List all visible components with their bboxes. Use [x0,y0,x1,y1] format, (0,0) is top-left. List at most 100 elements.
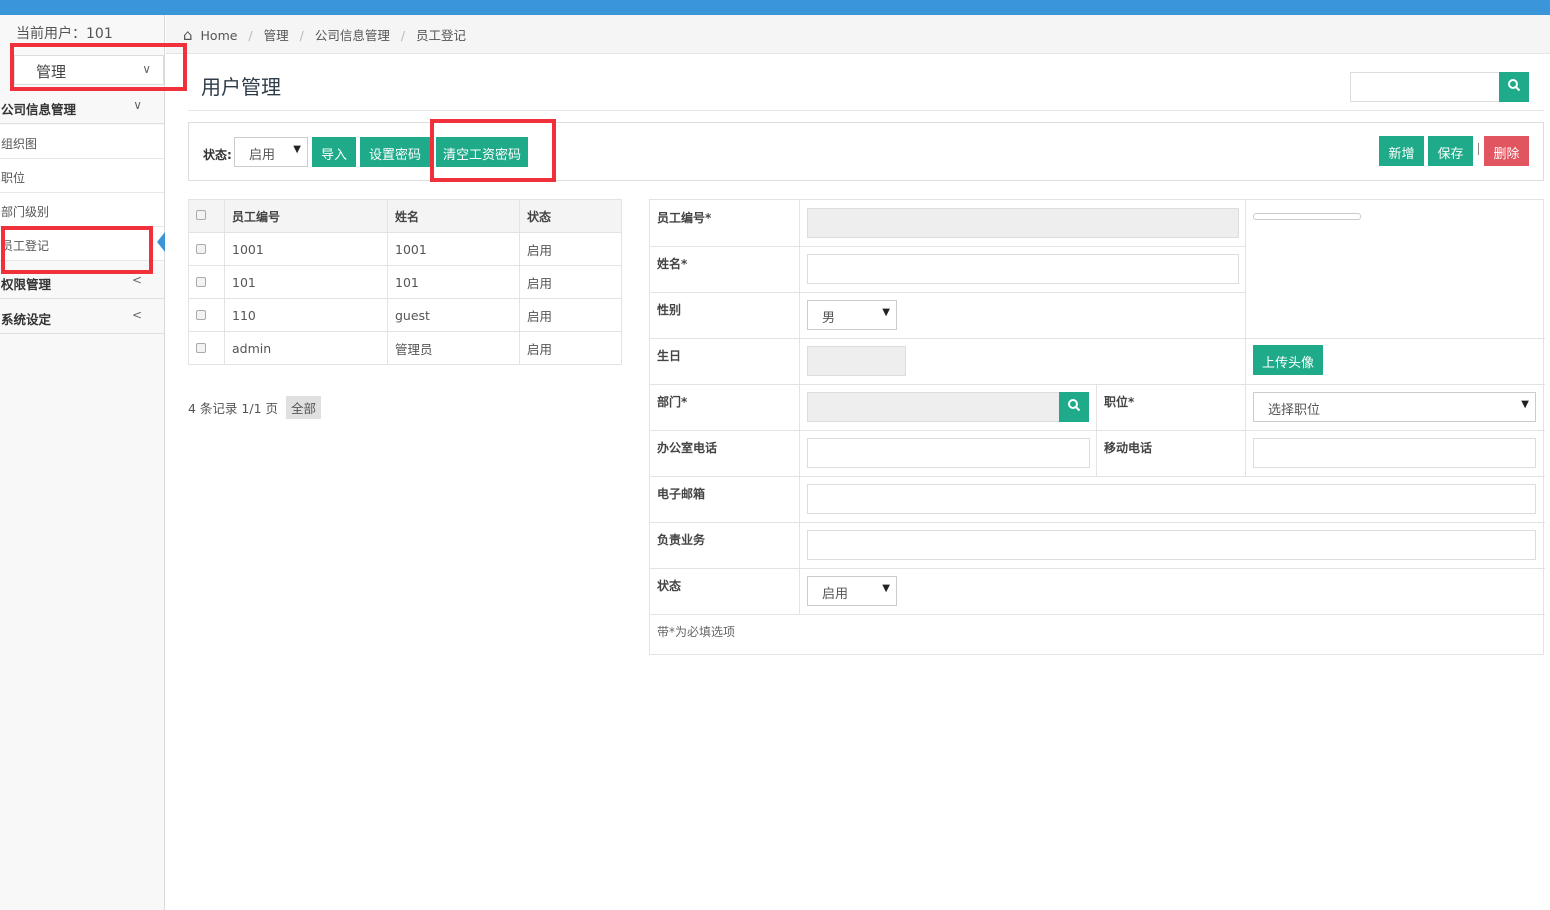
sidebar-group-system-settings[interactable]: 系统设定 < [0,300,164,334]
form-divider [650,430,1545,431]
table-cell: 启用 [519,298,622,332]
table-header-row: 员工编号 姓名 状态 [188,199,622,233]
table-row[interactable]: 1001 1001 启用 [188,232,622,266]
status-select[interactable]: 启用 ▼ [807,576,897,606]
name-input[interactable] [807,254,1239,284]
table-row[interactable]: 101 101 启用 [188,265,622,299]
birthday-input[interactable] [807,346,906,376]
form-divider [650,522,1545,523]
birthday-label: 生日 [657,349,682,363]
sidebar: 当前用户：101 管理 ∨ 公司信息管理 ∨ 组织图 职位 部门级别 员工登记 … [0,15,165,910]
row-checkbox-cell [188,298,225,332]
sidebar-item-dept-level[interactable]: 部门级别 [0,193,164,227]
table-cell: guest [387,298,520,332]
breadcrumb-separator: / [299,28,304,43]
breadcrumb-separator: / [400,28,406,43]
current-user-label: 当前用户：101 [16,26,113,42]
set-password-button[interactable]: 设置密码 [360,137,430,167]
status-filter-select[interactable]: 启用 ▼ [234,137,308,167]
breadcrumb-module[interactable]: 管理 [264,25,289,44]
search-input[interactable] [1350,72,1500,102]
department-search-button[interactable] [1059,392,1089,422]
form-divider [799,200,800,614]
highlight-box-clear-password [430,119,556,182]
breadcrumb-section[interactable]: 公司信息管理 [315,25,390,44]
office-phone-input[interactable] [807,438,1090,468]
table-cell: 1001 [224,232,388,266]
caret-down-icon: ▼ [882,583,890,594]
table-cell: 101 [387,265,520,299]
table-cell: 启用 [519,265,622,299]
chevron-left-icon: < [131,273,142,287]
department-input[interactable] [807,392,1060,422]
sidebar-group-company-info[interactable]: 公司信息管理 ∨ [0,90,164,124]
sidebar-group-label: 公司信息管理 [1,102,77,117]
caret-down-icon: ▼ [1521,399,1529,410]
row-checkbox[interactable] [196,309,206,320]
toolbar-divider [1478,143,1479,155]
search-icon [1508,79,1521,92]
breadcrumb-home[interactable]: Home [201,28,238,43]
gender-select[interactable]: 男 ▼ [807,300,897,330]
column-header[interactable]: 员工编号 [224,199,388,233]
add-button[interactable]: 新增 [1379,136,1424,166]
search-icon [1068,399,1081,412]
search-button[interactable] [1499,72,1529,102]
sidebar-item-position[interactable]: 职位 [0,159,164,193]
pager-all-button[interactable]: 全部 [285,396,321,419]
status-label: 状态 [657,579,682,593]
row-checkbox[interactable] [196,243,206,254]
employee-no-label: 员工编号* [657,211,712,225]
row-checkbox[interactable] [196,276,206,287]
department-label: 部门* [657,395,688,409]
toolbar: 状态: 启用 ▼ 导入 设置密码 清空工资密码 新增 保存 删除 [188,122,1544,181]
import-button[interactable]: 导入 [312,137,356,167]
form-divider [650,338,1545,339]
status-value: 启用 [822,587,849,602]
table-cell: 启用 [519,232,622,266]
duties-input[interactable] [807,530,1536,560]
form-divider [650,614,1545,615]
pager: 4 条记录 1/1 页 全部 [188,396,321,419]
table-row[interactable]: admin 管理员 启用 [188,331,622,365]
table-row[interactable]: 110 guest 启用 [188,298,622,332]
select-all-checkbox[interactable] [196,210,206,220]
form-divider [650,292,1246,293]
table-cell: 101 [224,265,388,299]
position-label: 职位* [1104,395,1135,409]
sidebar-item-org-chart[interactable]: 组织图 [0,125,164,159]
save-button[interactable]: 保存 [1428,136,1473,166]
row-checkbox[interactable] [196,342,206,353]
sidebar-item-label: 组织图 [1,137,38,151]
sidebar-item-label: 职位 [1,171,26,185]
pager-summary: 4 条记录 1/1 页 [188,401,278,416]
position-select[interactable]: 选择职位 ▼ [1253,392,1536,422]
email-input[interactable] [807,484,1536,514]
position-select-value: 选择职位 [1268,403,1321,418]
column-header[interactable]: 状态 [519,199,622,233]
office-phone-label: 办公室电话 [657,441,718,455]
title-divider [188,110,1544,111]
breadcrumb: ⌂ Home / 管理 / 公司信息管理 / 员工登记 [166,15,1550,54]
gender-label: 性别 [657,303,682,317]
page-title: 用户管理 [201,75,281,99]
caret-down-icon: ▼ [882,307,890,318]
upload-avatar-button[interactable]: 上传头像 [1253,345,1323,375]
status-filter-label: 状态: [203,148,232,162]
gender-value: 男 [822,311,836,326]
chevron-left-icon: < [131,308,142,322]
breadcrumb-current: 员工登记 [416,28,467,43]
caret-down-icon: ▼ [293,144,301,155]
mobile-phone-input[interactable] [1253,438,1536,468]
name-label: 姓名* [657,257,688,271]
employee-no-input[interactable] [807,208,1239,238]
row-checkbox-cell [188,232,225,266]
active-item-indicator [157,232,165,252]
sidebar-item-label: 部门级别 [1,205,50,219]
delete-button[interactable]: 删除 [1484,136,1529,166]
breadcrumb-separator: / [248,28,253,43]
row-checkbox-cell [188,265,225,299]
column-header[interactable]: 姓名 [387,199,520,233]
avatar-preview [1253,213,1361,220]
form-divider [650,568,1545,569]
